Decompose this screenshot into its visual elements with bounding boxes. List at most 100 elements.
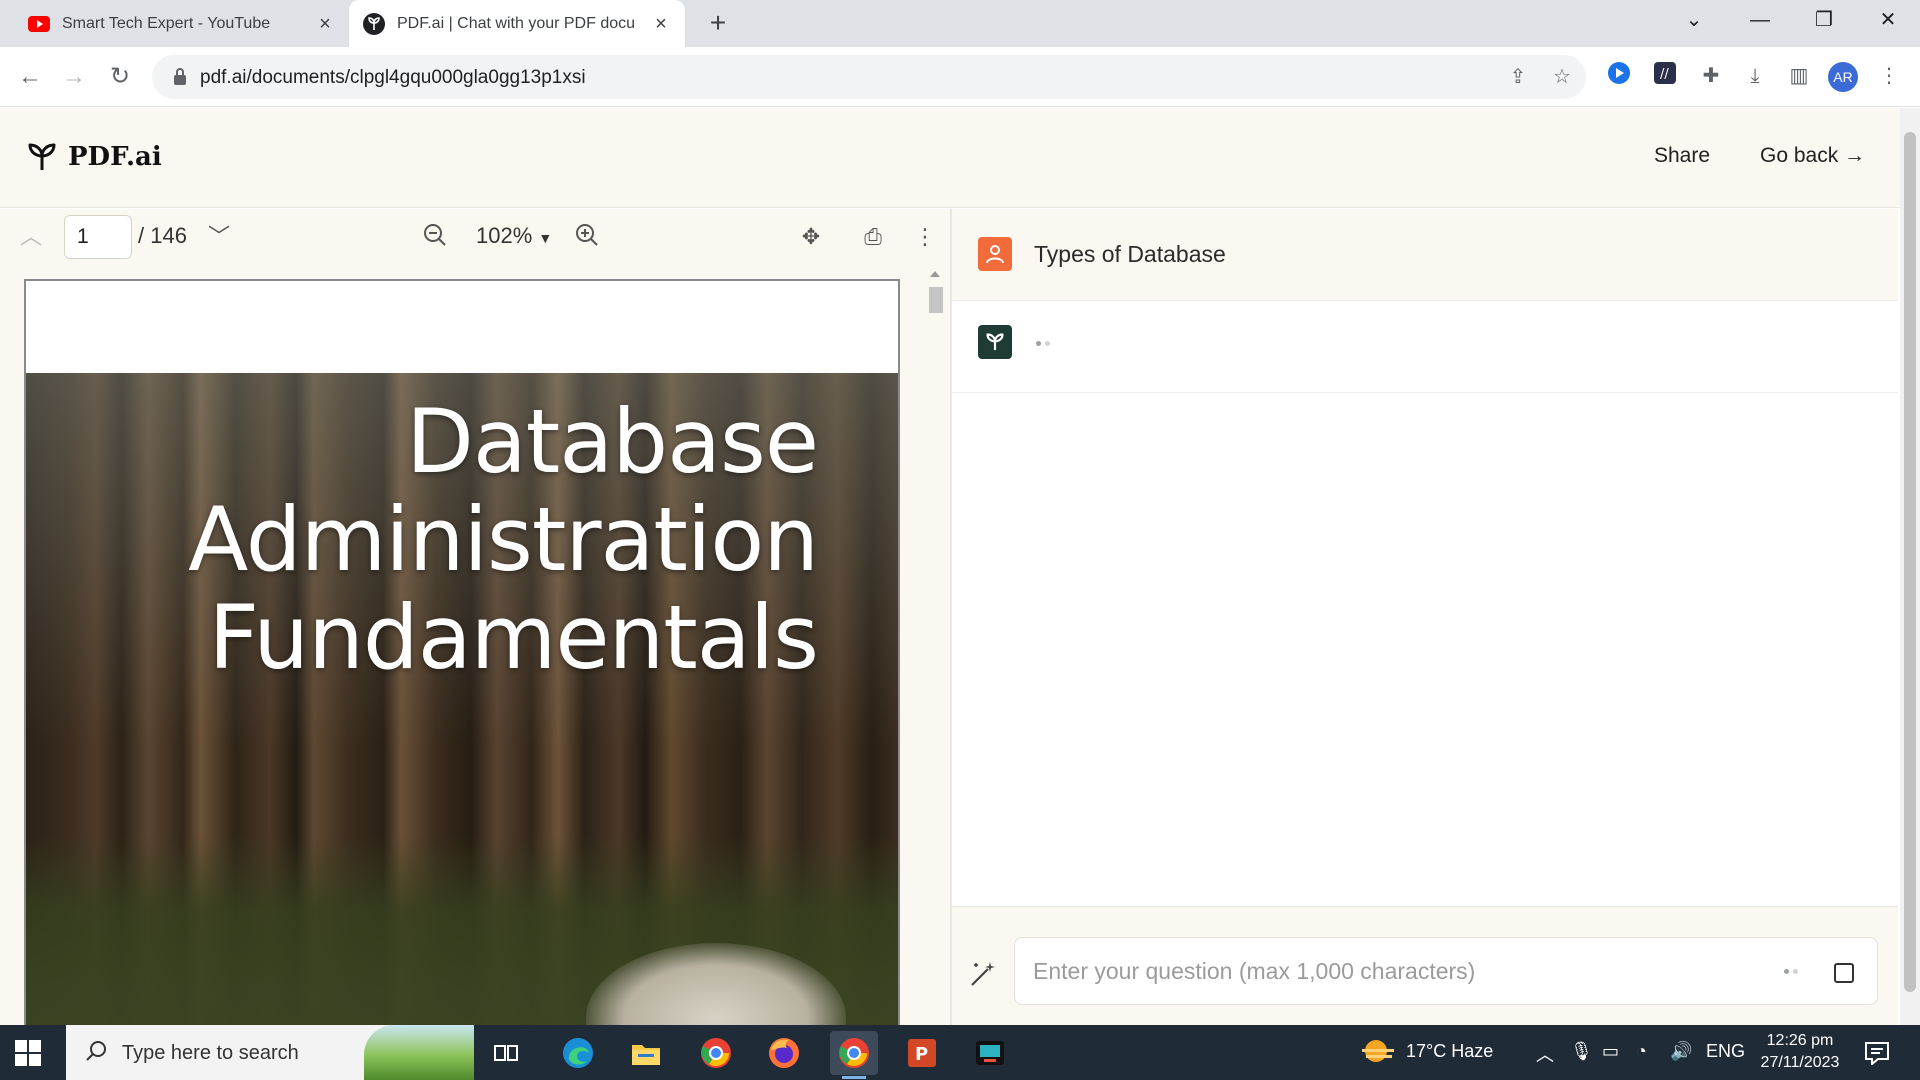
- file-explorer-icon[interactable]: [622, 1031, 670, 1075]
- extension-pen-icon[interactable]: //: [1650, 61, 1680, 91]
- pdf-viewer[interactable]: Database Administration Fundamentals: [0, 265, 950, 1025]
- pdf-scrollbar-thumb[interactable]: [929, 287, 943, 313]
- share-page-icon[interactable]: ⇪: [1506, 65, 1530, 89]
- address-bar[interactable]: pdf.ai/documents/clpgl4gqu000gla0gg13p1x…: [152, 55, 1586, 99]
- download-icon[interactable]: ⤓: [1740, 61, 1770, 91]
- pdf-scrollbar[interactable]: [925, 265, 945, 1025]
- more-options-icon[interactable]: ⋮: [910, 222, 940, 252]
- next-page-chevron-icon[interactable]: ﹀: [204, 222, 234, 252]
- user-avatar-icon: [978, 237, 1012, 271]
- clock-time: 12:26 pm: [1766, 1032, 1834, 1049]
- cover-title-line: Administration: [188, 488, 819, 591]
- user-message-text: Types of Database: [1034, 241, 1226, 267]
- app-header: PDF.ai Share Go back →: [0, 108, 1900, 208]
- browser-toolbar: ← → ↻ pdf.ai/documents/clpgl4gqu000gla0g…: [0, 47, 1920, 107]
- zoom-level[interactable]: 102% ▼: [476, 223, 552, 249]
- user-message: Types of Database: [952, 209, 1898, 301]
- input-loading-indicator: [1784, 969, 1798, 974]
- notifications-icon[interactable]: [1864, 1041, 1890, 1070]
- back-arrow-icon[interactable]: ←: [14, 61, 46, 93]
- edge-browser-icon[interactable]: [554, 1031, 602, 1075]
- chat-panel: Types of Database: [952, 209, 1898, 1025]
- assistant-avatar-icon: [978, 325, 1012, 359]
- close-tab-icon[interactable]: ×: [649, 12, 673, 36]
- close-tab-icon[interactable]: ×: [313, 12, 337, 36]
- close-window-button[interactable]: ✕: [1858, 0, 1918, 40]
- browser-menu-icon[interactable]: ⋮: [1874, 61, 1904, 91]
- wifi-icon[interactable]: ◔: [1636, 1041, 1647, 1062]
- lock-icon: [172, 67, 188, 87]
- assistant-message: [952, 301, 1898, 393]
- pan-move-icon[interactable]: ✥: [796, 222, 826, 252]
- taskbar-search[interactable]: Type here to search: [66, 1025, 474, 1080]
- language-indicator[interactable]: ENG: [1706, 1041, 1745, 1062]
- magic-wand-icon[interactable]: [968, 959, 998, 989]
- firefox-icon[interactable]: [760, 1031, 808, 1075]
- page-scrollbar[interactable]: [1900, 108, 1920, 1025]
- cover-title-line: Fundamentals: [208, 586, 819, 689]
- svg-text:P: P: [915, 1044, 928, 1065]
- url-text: pdf.ai/documents/clpgl4gqu000gla0gg13p1x…: [200, 67, 586, 88]
- bookmark-star-icon[interactable]: ☆: [1550, 65, 1574, 89]
- page-scrollbar-thumb[interactable]: [1904, 132, 1916, 992]
- cover-forest-image: Database Administration Fundamentals: [26, 373, 898, 1025]
- restore-button[interactable]: ❐: [1794, 0, 1854, 40]
- screen-app-icon[interactable]: [966, 1031, 1014, 1075]
- side-panel-icon[interactable]: ▥: [1784, 61, 1814, 91]
- brand-logo[interactable]: PDF.ai: [26, 142, 162, 172]
- zoom-value: 102%: [476, 223, 533, 248]
- brand-name: PDF.ai: [68, 142, 162, 172]
- new-tab-button[interactable]: +: [703, 9, 733, 39]
- tab-title: Smart Tech Expert - YouTube: [62, 14, 271, 32]
- volume-icon[interactable]: 🔊: [1670, 1041, 1692, 1062]
- chrome-active-icon[interactable]: [830, 1031, 878, 1079]
- print-icon[interactable]: ⎙: [858, 222, 888, 252]
- taskbar-search-text: Type here to search: [122, 1042, 299, 1064]
- zoom-dropdown-icon: ▼: [538, 230, 553, 246]
- weather-icon[interactable]: [1360, 1035, 1396, 1074]
- battery-icon[interactable]: ▭: [1602, 1041, 1619, 1062]
- total-pages: / 146: [138, 223, 187, 248]
- extension-play-icon[interactable]: [1604, 61, 1634, 91]
- tab-search-chevron-icon[interactable]: ⌄: [1664, 0, 1724, 40]
- search-icon: [84, 1039, 108, 1069]
- cover-title: Database Administration Fundamentals: [188, 390, 819, 689]
- extensions-puzzle-icon[interactable]: ✚: [1696, 61, 1726, 91]
- taskbar: Type here to search P 17°C Haze ︿ 🎙 ▭ ◔ …: [0, 1025, 1920, 1080]
- chat-composer: [952, 906, 1898, 1026]
- previous-page-chevron-icon[interactable]: ︿: [16, 222, 46, 252]
- tab-pdfai[interactable]: PDF.ai | Chat with your PDF docu ×: [349, 0, 685, 47]
- search-highlight-image: [364, 1025, 474, 1080]
- svg-text://: //: [1660, 67, 1669, 82]
- cover-title-line: Database: [406, 390, 819, 493]
- pdfai-icon: [363, 12, 385, 35]
- typing-indicator: [1036, 341, 1050, 346]
- reload-icon[interactable]: ↻: [104, 61, 136, 93]
- clock[interactable]: 12:26 pm 27/11/2023: [1752, 1030, 1848, 1074]
- share-link[interactable]: Share: [1654, 144, 1710, 168]
- stop-button[interactable]: [1834, 963, 1854, 983]
- microphone-icon[interactable]: 🎙: [1570, 1041, 1593, 1062]
- question-input[interactable]: [1014, 937, 1878, 1005]
- tab-strip: Smart Tech Expert - YouTube × PDF.ai | C…: [0, 0, 1920, 47]
- pdf-toolbar: ︿ 1 / 146 ﹀ 102% ▼ ✥ ⎙ ⋮: [0, 209, 950, 265]
- page-number-input[interactable]: 1: [64, 215, 132, 259]
- scroll-up-arrow-icon[interactable]: [930, 271, 940, 277]
- zoom-in-icon[interactable]: [572, 222, 602, 252]
- tab-title: PDF.ai | Chat with your PDF docu: [397, 14, 636, 32]
- profile-avatar[interactable]: AR: [1828, 61, 1858, 92]
- weather-text[interactable]: 17°C Haze: [1406, 1041, 1493, 1062]
- clock-date: 27/11/2023: [1760, 1054, 1840, 1071]
- forward-arrow-icon[interactable]: →: [58, 61, 90, 93]
- minimize-button[interactable]: —: [1730, 0, 1790, 40]
- task-view-icon[interactable]: [482, 1031, 530, 1075]
- chrome-icon[interactable]: [692, 1031, 740, 1075]
- windows-start-icon[interactable]: [14, 1039, 42, 1067]
- go-back-link[interactable]: Go back →: [1760, 144, 1865, 168]
- pdf-page: Database Administration Fundamentals: [24, 279, 900, 1025]
- show-hidden-icons-chevron-icon[interactable]: ︿: [1536, 1041, 1554, 1067]
- powerpoint-icon[interactable]: P: [898, 1031, 946, 1075]
- youtube-icon: [28, 13, 50, 35]
- zoom-out-icon[interactable]: [420, 222, 450, 252]
- tab-youtube[interactable]: Smart Tech Expert - YouTube ×: [14, 0, 349, 47]
